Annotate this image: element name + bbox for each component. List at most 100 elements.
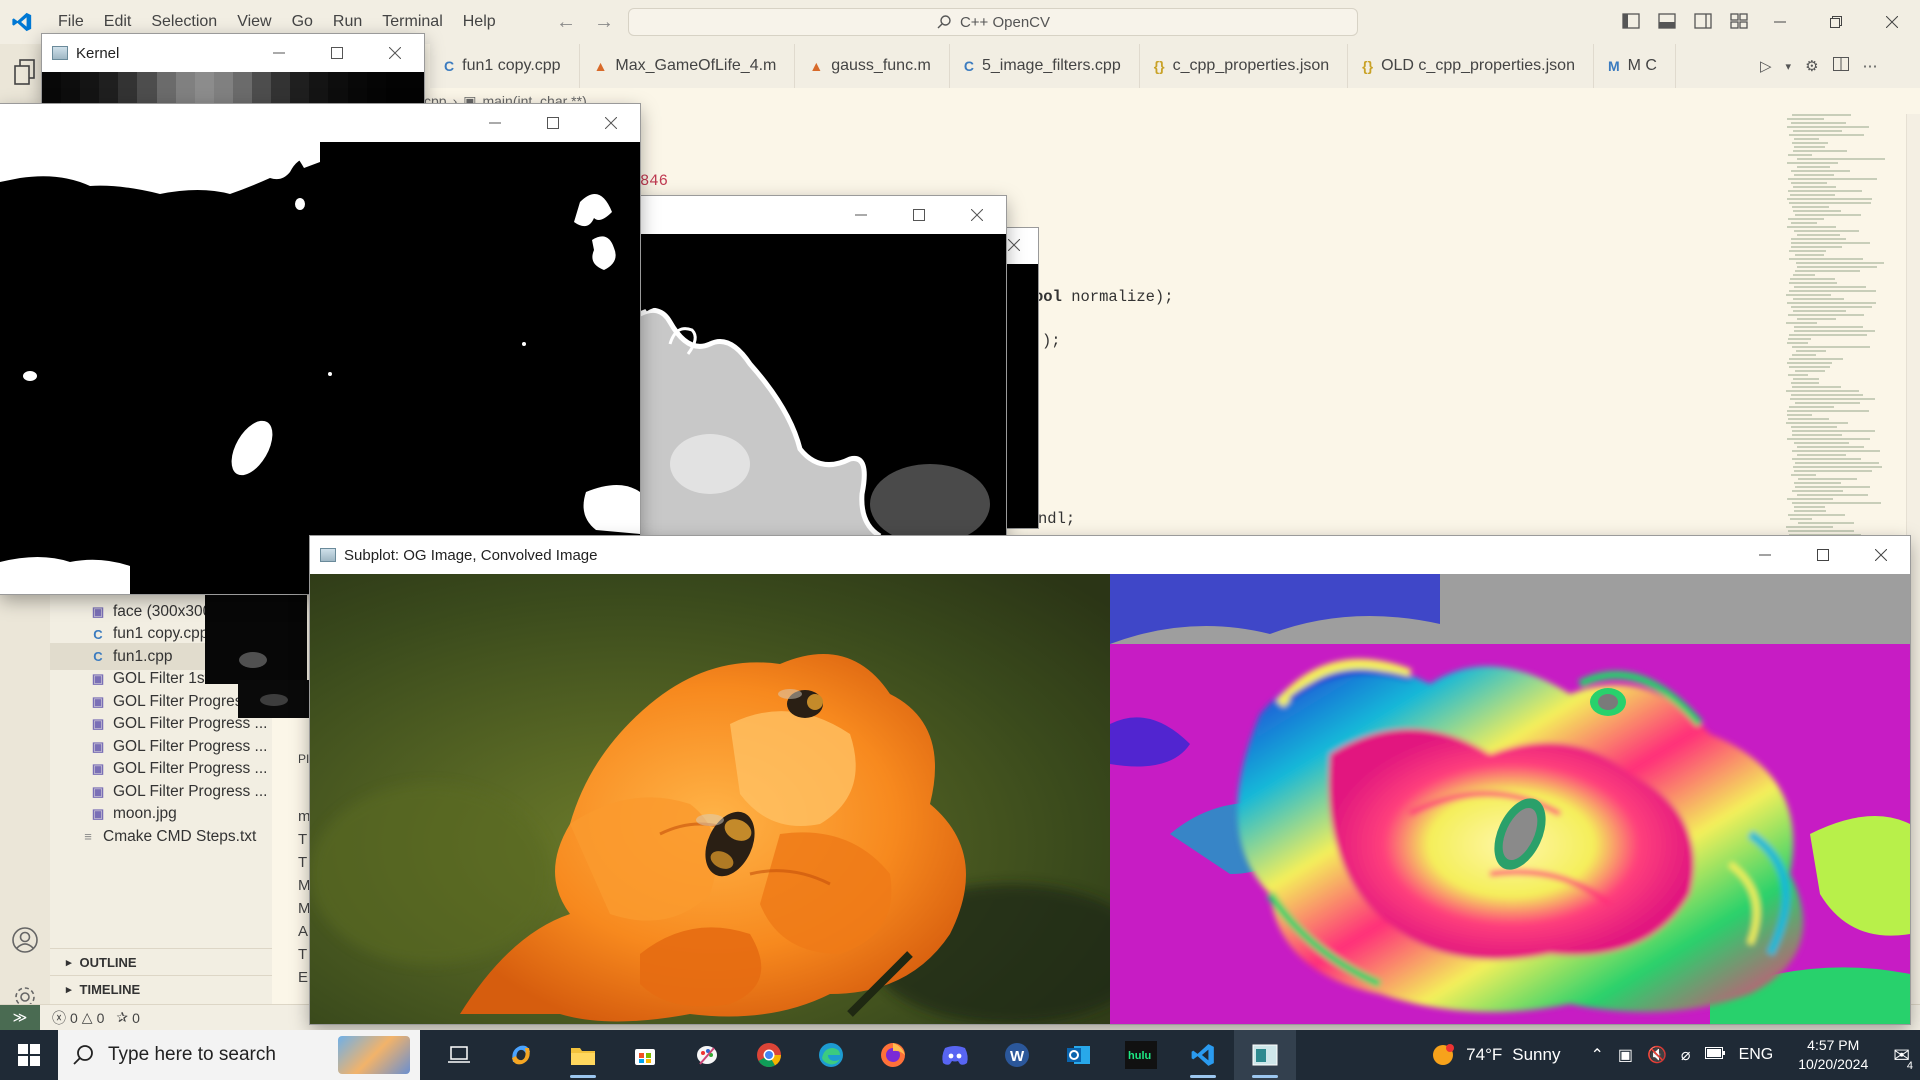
more-actions-icon[interactable]: ⋯ bbox=[1863, 57, 1878, 75]
hulu-icon[interactable]: hulu bbox=[1110, 1030, 1172, 1080]
minimap-line bbox=[1789, 282, 1837, 284]
close-icon[interactable] bbox=[1852, 536, 1910, 574]
minimap-line bbox=[1786, 294, 1831, 296]
task-view-icon[interactable] bbox=[428, 1030, 490, 1080]
command-center-search[interactable]: C++ OpenCV bbox=[628, 8, 1358, 36]
editor-tab[interactable]: C 5_image_filters.cpp bbox=[950, 44, 1140, 88]
show-hidden-icons-chevron-icon[interactable]: ⌃ bbox=[1590, 1045, 1603, 1065]
edge-window-titlebar[interactable] bbox=[640, 196, 1006, 234]
minimize-icon[interactable] bbox=[1752, 0, 1808, 44]
forward-arrow-icon[interactable]: → bbox=[594, 11, 614, 34]
vscode-taskbar-icon[interactable] bbox=[1172, 1030, 1234, 1080]
language-indicator[interactable]: ENG bbox=[1739, 1046, 1774, 1064]
back-arrow-icon[interactable]: ← bbox=[556, 11, 576, 34]
minimap-line bbox=[1791, 182, 1827, 184]
window-controls bbox=[832, 196, 1006, 234]
minimap-line bbox=[1792, 434, 1842, 436]
subplot-window-titlebar[interactable]: Subplot: OG Image, Convolved Image bbox=[310, 536, 1910, 574]
copilot-icon[interactable] bbox=[490, 1030, 552, 1080]
toggle-primary-sidebar-icon[interactable] bbox=[1620, 10, 1642, 32]
problems-status[interactable]: ⓧ 0 △ 0 bbox=[52, 1008, 104, 1028]
minimap-line bbox=[1789, 334, 1867, 336]
editor-tab[interactable]: MM C bbox=[1594, 44, 1676, 88]
notifications-icon[interactable]: ✉ 4 bbox=[1893, 1043, 1916, 1072]
discord-icon[interactable] bbox=[924, 1030, 986, 1080]
subplot-window[interactable]: Subplot: OG Image, Convolved Image bbox=[310, 536, 1910, 1024]
chrome-icon[interactable] bbox=[738, 1030, 800, 1080]
toggle-secondary-sidebar-icon[interactable] bbox=[1692, 10, 1714, 32]
close-icon[interactable] bbox=[1864, 0, 1920, 44]
minimize-icon[interactable] bbox=[1736, 536, 1794, 574]
maximize-icon[interactable] bbox=[890, 196, 948, 234]
close-icon[interactable] bbox=[582, 104, 640, 142]
outline-section[interactable]: ▸ OUTLINE bbox=[50, 948, 272, 975]
vscode-logo-icon[interactable] bbox=[0, 0, 44, 44]
file-item[interactable]: ≡ Cmake CMD Steps.txt bbox=[50, 823, 272, 850]
minimap-line bbox=[1796, 350, 1826, 352]
kernel-cell bbox=[194, 72, 214, 104]
weather-widget[interactable]: 74°F Sunny bbox=[1430, 1042, 1560, 1068]
taskbar-search[interactable]: Type here to search bbox=[58, 1030, 420, 1080]
restore-icon[interactable] bbox=[1808, 0, 1864, 44]
account-icon[interactable] bbox=[0, 912, 50, 968]
minimap-line bbox=[1794, 326, 1863, 328]
minimap-line bbox=[1786, 322, 1817, 324]
timeline-section[interactable]: ▸ TIMELINE bbox=[50, 975, 272, 1002]
minimap-line bbox=[1787, 162, 1838, 164]
meet-now-icon[interactable]: ▣ bbox=[1618, 1045, 1633, 1065]
firefox-icon[interactable] bbox=[862, 1030, 924, 1080]
threshold-window-titlebar[interactable] bbox=[0, 104, 640, 142]
editor-tab[interactable]: ▲ Max_GameOfLife_4.m bbox=[580, 44, 796, 88]
minimap-line bbox=[1794, 146, 1825, 148]
toggle-panel-icon[interactable] bbox=[1656, 10, 1678, 32]
close-icon[interactable] bbox=[948, 196, 1006, 234]
maximize-icon[interactable] bbox=[524, 104, 582, 142]
split-editor-icon[interactable] bbox=[1832, 57, 1849, 75]
subplot-window-title: Subplot: OG Image, Convolved Image bbox=[344, 546, 598, 564]
run-icon[interactable]: ▷ bbox=[1760, 57, 1772, 75]
clock[interactable]: 4:57 PM 10/20/2024 bbox=[1787, 1036, 1879, 1074]
minimap-line bbox=[1789, 406, 1834, 408]
threshold-window[interactable] bbox=[0, 104, 640, 594]
maximize-icon[interactable] bbox=[1794, 536, 1852, 574]
wifi-icon[interactable]: ⌀ bbox=[1681, 1045, 1691, 1065]
minimize-icon[interactable] bbox=[466, 104, 524, 142]
close-icon[interactable] bbox=[366, 34, 424, 72]
settings-gear-icon[interactable]: ⚙ bbox=[1805, 57, 1818, 75]
edge-icon[interactable] bbox=[800, 1030, 862, 1080]
maximize-icon[interactable] bbox=[308, 34, 366, 72]
editor-tab[interactable]: Cfun1 copy.cpp bbox=[430, 44, 580, 88]
kernel-cell bbox=[309, 72, 329, 104]
text-icon: ≡ bbox=[84, 829, 92, 844]
minimap-line bbox=[1788, 338, 1811, 340]
microsoft-store-icon[interactable] bbox=[614, 1030, 676, 1080]
minimap-line bbox=[1797, 446, 1864, 448]
remote-indicator-icon[interactable]: ≫ bbox=[0, 1004, 40, 1031]
minimize-icon[interactable] bbox=[832, 196, 890, 234]
editor-tab[interactable]: ▲ gauss_func.m bbox=[795, 44, 950, 88]
minimize-icon[interactable] bbox=[250, 34, 308, 72]
kernel-window[interactable]: Kernel bbox=[42, 34, 424, 104]
error-count: 0 bbox=[70, 1009, 78, 1026]
close-icon[interactable] bbox=[1007, 238, 1021, 255]
customize-layout-icon[interactable] bbox=[1728, 10, 1750, 32]
menu-help[interactable]: Help bbox=[453, 0, 506, 44]
windows-start-icon[interactable] bbox=[0, 1030, 58, 1080]
ports-status[interactable]: ✰ 0 bbox=[116, 1009, 140, 1026]
speaker-muted-icon[interactable]: 🔇 bbox=[1647, 1045, 1667, 1065]
edge-detection-window[interactable] bbox=[640, 196, 1006, 536]
outline-section-label: OUTLINE bbox=[79, 954, 137, 970]
kernel-cell bbox=[328, 72, 348, 104]
editor-tab[interactable]: {} OLD c_cpp_properties.json bbox=[1348, 44, 1594, 88]
minimap[interactable] bbox=[1786, 114, 1906, 554]
paint-app-icon[interactable] bbox=[676, 1030, 738, 1080]
outlook-icon[interactable] bbox=[1048, 1030, 1110, 1080]
chevron-down-icon[interactable]: ▾ bbox=[1786, 60, 1792, 73]
word-icon[interactable]: W bbox=[986, 1030, 1048, 1080]
editor-tab[interactable]: {} c_cpp_properties.json bbox=[1140, 44, 1349, 88]
kernel-window-titlebar[interactable]: Kernel bbox=[42, 34, 424, 72]
minimap-line bbox=[1794, 482, 1841, 484]
battery-icon[interactable] bbox=[1704, 1046, 1725, 1064]
file-explorer-icon[interactable] bbox=[552, 1030, 614, 1080]
opencv-app-icon[interactable] bbox=[1234, 1030, 1296, 1080]
